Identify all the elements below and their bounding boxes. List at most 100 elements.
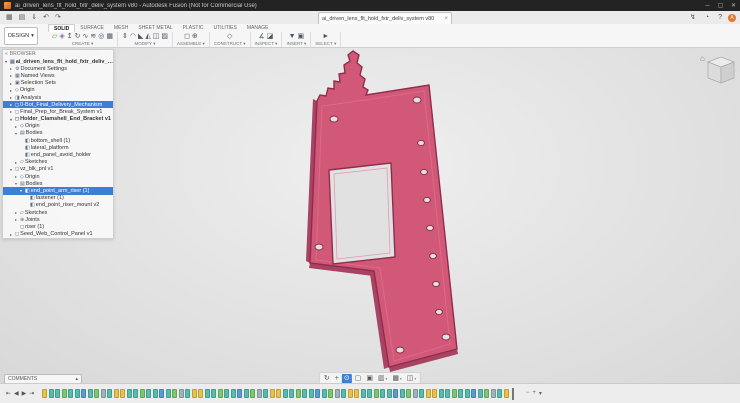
close-button[interactable]: ✕ (727, 2, 740, 9)
extrude-icon[interactable]: ↥ (67, 32, 73, 41)
timeline-zoom-in-icon[interactable]: + (532, 390, 536, 397)
timeline-feature-icon[interactable] (101, 389, 106, 398)
maximize-button[interactable]: ▢ (714, 2, 727, 9)
timeline-feature-icon[interactable] (289, 389, 294, 398)
timeline-zoom-out-icon[interactable]: − (526, 390, 530, 397)
browser-row[interactable]: ▾◻vz_blk_pnl v1 (3, 166, 113, 173)
browser-row[interactable]: ▸⊕Joints (3, 216, 113, 223)
timeline-feature-icon[interactable] (179, 389, 184, 398)
help-icon[interactable]: ? (718, 11, 722, 24)
timeline-feature-icon[interactable] (68, 389, 73, 398)
viewcube-home-icon[interactable]: ⌂ (700, 54, 705, 63)
timeline-feature-icon[interactable] (257, 389, 262, 398)
timeline-feature-icon[interactable] (458, 389, 463, 398)
notifications-icon[interactable]: ◔ (705, 11, 709, 24)
timeline-feature-icon[interactable] (166, 389, 171, 398)
browser-row[interactable]: ▸◻0-Bot_Final_Delivery_Mechanism (3, 101, 113, 108)
timeline-feature-icon[interactable] (335, 389, 340, 398)
browser-row[interactable]: ▸▱Sketches (3, 159, 113, 166)
browser-row[interactable]: ▾▤Bodies (3, 180, 113, 187)
timeline-feature-icon[interactable] (387, 389, 392, 398)
timeline-options-icon[interactable]: ▾ (539, 390, 542, 397)
timeline-feature-icon[interactable] (296, 389, 301, 398)
ribbon-tab-surface[interactable]: SURFACE (75, 24, 109, 32)
timeline-feature-icon[interactable] (315, 389, 320, 398)
select-icon[interactable]: ► (322, 32, 329, 41)
timeline-feature-icon[interactable] (42, 389, 47, 398)
timeline-feature-icon[interactable] (439, 389, 444, 398)
timeline-feature-icon[interactable] (484, 389, 489, 398)
timeline-feature-icon[interactable] (426, 389, 431, 398)
browser-row[interactable]: ▾▤Bodies (3, 130, 113, 137)
timeline-feature-icon[interactable] (81, 389, 86, 398)
browser-row[interactable]: ▸◇Origin (3, 123, 113, 130)
browser-row[interactable]: ▸◻Seed_Web_Control_Panel v1 (3, 231, 113, 238)
browser-row[interactable]: ▸⚙Document Settings (3, 65, 113, 72)
collapse-panel-icon[interactable]: « (5, 51, 8, 57)
timeline-feature-icon[interactable] (94, 389, 99, 398)
browser-row[interactable]: ▸▱Sketches (3, 209, 113, 216)
timeline-feature-icon[interactable] (322, 389, 327, 398)
timeline-feature-icon[interactable] (354, 389, 359, 398)
browser-row[interactable]: ▸◇Origin (3, 87, 113, 94)
timeline-feature-icon[interactable] (185, 389, 190, 398)
browser-row[interactable]: ◧end_panel_avoid_holder (3, 151, 113, 158)
timeline-feature-icon[interactable] (237, 389, 242, 398)
timeline-feature-icon[interactable] (328, 389, 333, 398)
new-component-icon[interactable]: ◻ (184, 32, 190, 41)
timeline-feature-icon[interactable] (224, 389, 229, 398)
timeline-feature-icon[interactable] (244, 389, 249, 398)
sketch-icon[interactable]: ▱ (52, 32, 57, 41)
timeline-feature-icon[interactable] (159, 389, 164, 398)
timeline-feature-icon[interactable] (133, 389, 138, 398)
measure-icon[interactable]: ∡ (259, 32, 265, 41)
go-to-start-icon[interactable]: ⇤ (6, 390, 11, 397)
timeline-feature-icon[interactable] (62, 389, 67, 398)
timeline-feature-icon[interactable] (107, 389, 112, 398)
timeline-feature-icon[interactable] (465, 389, 470, 398)
ribbon-group-label-construct[interactable]: CONSTRUCT ▾ (214, 41, 246, 47)
ribbon-tab-utilities[interactable]: UTILITIES (208, 24, 241, 32)
sweep-icon[interactable]: ∿ (83, 32, 89, 41)
timeline-feature-icon[interactable] (361, 389, 366, 398)
timeline-feature-icon[interactable] (218, 389, 223, 398)
hole-icon[interactable]: ◎ (98, 32, 104, 41)
split-body-icon[interactable]: ▨ (161, 32, 168, 41)
ribbon-group-label-assemble[interactable]: ASSEMBLE ▾ (177, 41, 205, 47)
timeline-feature-icon[interactable] (432, 389, 437, 398)
play-icon[interactable]: ▶ (22, 390, 27, 397)
timeline-feature-icon[interactable] (120, 389, 125, 398)
chamfer-icon[interactable]: ◣ (138, 32, 143, 41)
browser-row[interactable]: ◧lateral_platform (3, 144, 113, 151)
ribbon-group-label-inspect[interactable]: INSPECT ▾ (255, 41, 278, 47)
browser-row[interactable]: ▾◻Holder_Clamshell_End_Bracket v1 (3, 116, 113, 123)
file-new-icon[interactable]: ▤ (19, 11, 26, 24)
timeline-feature-icon[interactable] (445, 389, 450, 398)
save-icon[interactable]: ⇓ (31, 11, 37, 24)
user-avatar[interactable]: A (728, 14, 736, 22)
timeline-feature-icon[interactable] (172, 389, 177, 398)
browser-row[interactable]: ◧bottom_shell (1) (3, 137, 113, 144)
form-icon[interactable]: ◈ (59, 32, 64, 41)
timeline-feature-icon[interactable] (55, 389, 60, 398)
redo-icon[interactable]: ↷ (55, 11, 61, 24)
press-pull-icon[interactable]: ⇕ (122, 32, 128, 41)
timeline-feature-icon[interactable] (419, 389, 424, 398)
workspace-selector[interactable]: DESIGN ▾ (4, 27, 38, 45)
timeline-feature-icon[interactable] (367, 389, 372, 398)
browser-row[interactable]: ▸▦Named Views (3, 72, 113, 79)
timeline-feature-icon[interactable] (374, 389, 379, 398)
ribbon-group-label-create[interactable]: CREATE ▾ (72, 41, 93, 47)
step-back-icon[interactable]: ◀ (14, 390, 19, 397)
timeline-feature-icon[interactable] (283, 389, 288, 398)
timeline-feature-icon[interactable] (75, 389, 80, 398)
timeline-feature-icon[interactable] (309, 389, 314, 398)
ribbon-tab-mesh[interactable]: MESH (109, 24, 133, 32)
timeline-feature-icon[interactable] (491, 389, 496, 398)
app-grid-icon[interactable]: ▦ (6, 11, 13, 24)
timeline-feature-icon[interactable] (276, 389, 281, 398)
construction-plane-icon[interactable]: ◇ (227, 32, 232, 41)
ribbon-tab-manage[interactable]: MANAGE (242, 24, 274, 32)
timeline-position-marker[interactable] (512, 388, 514, 400)
ribbon-tab-solid[interactable]: SOLID (48, 24, 75, 32)
